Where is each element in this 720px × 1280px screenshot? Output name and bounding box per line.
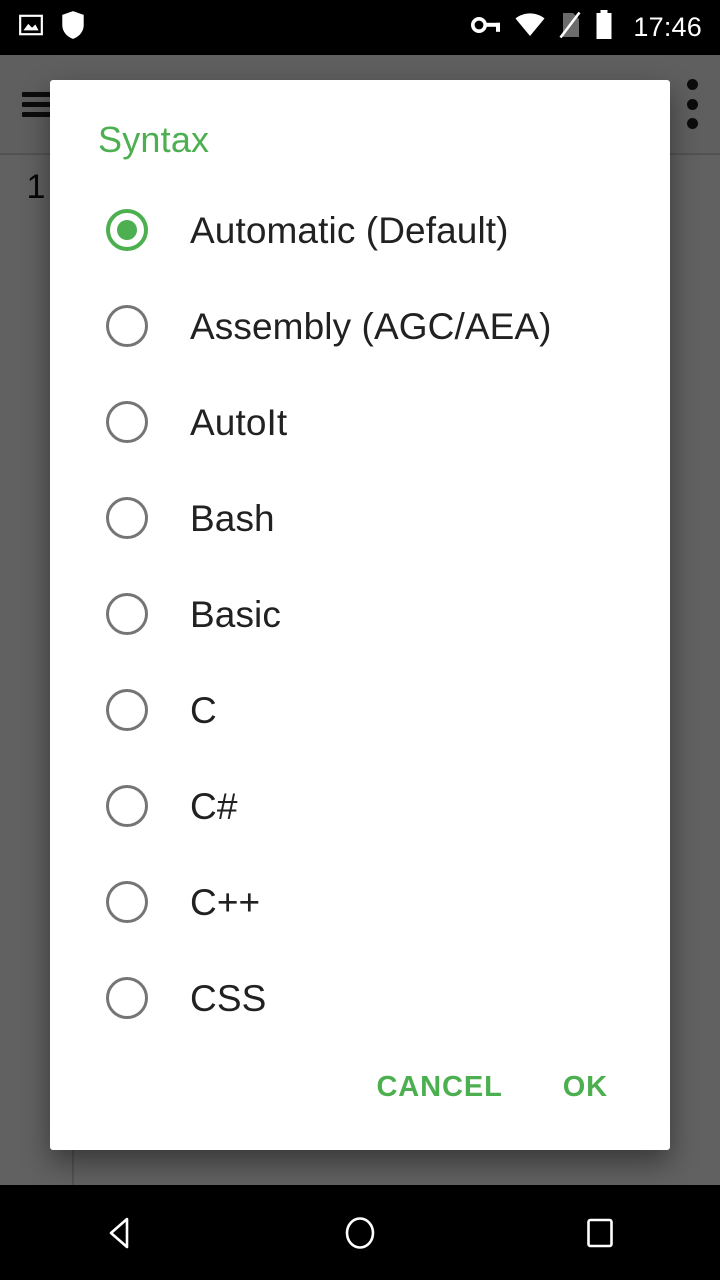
radio-selected-icon[interactable] [106,209,148,251]
back-triangle-icon[interactable] [60,1185,180,1280]
syntax-option-label: Automatic (Default) [190,209,509,251]
android-navigation-bar [0,1185,720,1280]
status-bar: 17:46 [0,0,720,55]
no-sim-icon [559,11,581,44]
syntax-option-label: Bash [190,497,275,539]
syntax-option-label: AutoIt [190,401,288,443]
radio-unselected-icon[interactable] [106,977,148,1019]
recents-square-icon[interactable] [540,1185,660,1280]
radio-unselected-icon[interactable] [106,593,148,635]
dialog-title: Syntax [98,119,210,160]
ok-button[interactable]: OK [545,1057,626,1118]
radio-unselected-icon[interactable] [106,401,148,443]
vpn-key-icon [471,14,501,41]
radio-unselected-icon[interactable] [106,305,148,347]
cancel-button[interactable]: CANCEL [358,1057,520,1118]
syntax-option-row[interactable]: Basic [50,566,670,662]
syntax-option-row[interactable]: AutoIt [50,374,670,470]
wifi-icon [515,13,545,42]
syntax-option-label: Basic [190,593,281,635]
syntax-option-label: Assembly (AGC/AEA) [190,305,552,347]
syntax-option-label: C [190,689,217,731]
syntax-option-row[interactable]: Bash [50,470,670,566]
radio-unselected-icon[interactable] [106,689,148,731]
shield-icon [60,10,86,45]
status-bar-left-icons [18,10,86,45]
syntax-option-row[interactable]: C# [50,758,670,854]
home-circle-icon[interactable] [300,1185,420,1280]
syntax-option-row[interactable]: Automatic (Default) [50,182,670,278]
syntax-option-row[interactable]: CSS [50,950,670,1046]
image-icon [18,12,44,43]
battery-icon [595,10,613,45]
syntax-option-label: C# [190,785,238,827]
syntax-option-row[interactable]: C++ [50,854,670,950]
dialog-action-bar: CANCEL OK [50,1054,670,1150]
syntax-option-label: CSS [190,977,267,1019]
syntax-option-label: C++ [190,881,261,923]
android-screen: 17:46 1 Syntax Automatic (Default)Assemb… [0,0,720,1280]
radio-unselected-icon[interactable] [106,881,148,923]
radio-unselected-icon[interactable] [106,785,148,827]
radio-unselected-icon[interactable] [106,497,148,539]
syntax-option-row[interactable]: Assembly (AGC/AEA) [50,278,670,374]
syntax-selection-dialog: Syntax Automatic (Default) Assembly (AGC/… [50,80,670,1150]
status-bar-clock: 17:46 [633,12,702,42]
syntax-option-row[interactable]: C [50,662,670,758]
syntax-options-list: Automatic (Default) Assembly (AGC/AEA) Aut… [50,176,670,1054]
status-bar-right-icons: 17:46 [471,10,702,45]
